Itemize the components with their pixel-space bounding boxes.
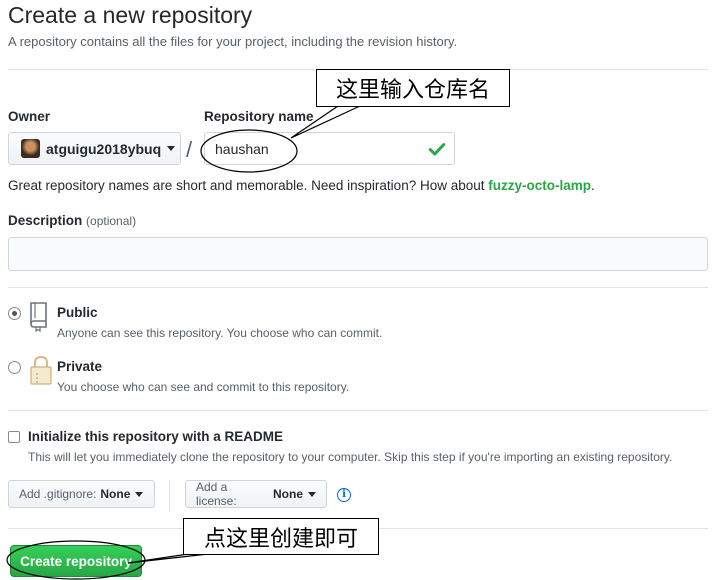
hint-end: .: [591, 178, 595, 193]
divider: [169, 480, 170, 512]
page-title: Create a new repository: [8, 2, 253, 28]
public-label: Public: [57, 305, 98, 320]
caret-down-icon: [167, 146, 176, 151]
private-description: You choose who can see and commit to thi…: [57, 380, 350, 394]
book-icon: [30, 302, 47, 332]
create-callout: 点这里创建即可: [183, 518, 379, 555]
caret-down-icon: [135, 491, 144, 497]
repo-name-callout: 这里输入仓库名: [316, 69, 510, 107]
lock-icon: [30, 355, 52, 385]
caret-down-icon: [308, 491, 316, 497]
readme-description: This will let you immediately clone the …: [28, 450, 673, 464]
license-prefix: Add a license:: [196, 480, 237, 508]
name-suggestion-link[interactable]: fuzzy-octo-lamp: [488, 178, 591, 193]
divider: [8, 410, 708, 411]
checkmark-icon: [428, 143, 446, 156]
divider: [8, 287, 708, 288]
owner-dropdown[interactable]: atguigu2018ybuq: [8, 132, 181, 165]
readme-label: Initialize this repository with a README: [28, 429, 284, 444]
readme-checkbox[interactable]: [8, 431, 20, 443]
info-icon[interactable]: i: [337, 488, 351, 502]
repo-name-input[interactable]: [204, 132, 455, 165]
gitignore-prefix: Add .gitignore:: [19, 487, 97, 501]
gitignore-dropdown[interactable]: Add .gitignore: None: [8, 480, 155, 508]
hint-text: Great repository names are short and mem…: [8, 178, 489, 193]
repo-name-label: Repository name: [204, 109, 314, 124]
owner-name: atguigu2018ybuq: [46, 140, 162, 157]
private-label: Private: [57, 359, 103, 374]
license-dropdown[interactable]: Add a license: None: [185, 480, 327, 508]
public-radio[interactable]: [8, 307, 21, 320]
description-input[interactable]: [8, 237, 708, 271]
description-label-text: Description: [8, 213, 83, 228]
optional-tag: (optional): [86, 214, 137, 228]
private-radio[interactable]: [8, 361, 21, 374]
owner-repo-separator: /: [186, 137, 193, 162]
repo-name-hint: Great repository names are short and mem…: [8, 178, 595, 193]
license-value: None: [273, 487, 303, 501]
public-description: Anyone can see this repository. You choo…: [57, 326, 383, 340]
owner-label: Owner: [8, 109, 51, 124]
avatar: [21, 139, 40, 158]
gitignore-value: None: [100, 487, 131, 501]
create-repository-button[interactable]: Create repository: [10, 545, 142, 577]
page-subtitle: A repository contains all the files for …: [8, 34, 458, 49]
description-label: Description (optional): [8, 213, 136, 228]
